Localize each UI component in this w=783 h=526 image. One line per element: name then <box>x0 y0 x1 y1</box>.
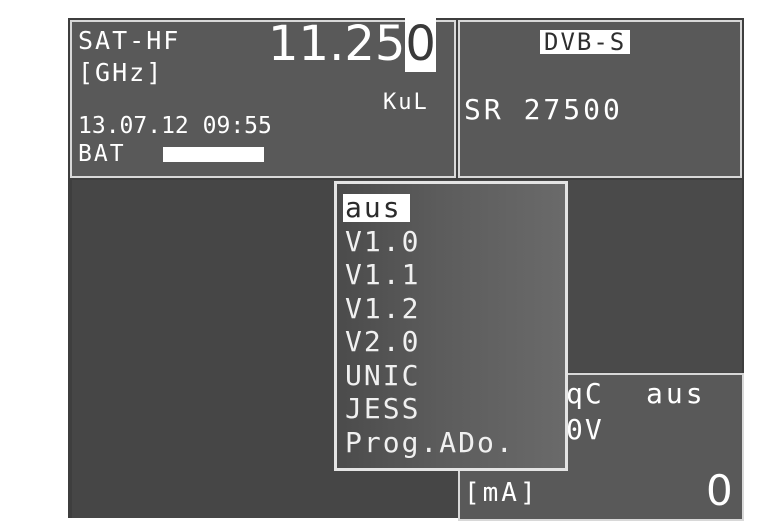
current-value: 0 <box>706 466 733 515</box>
menu-item-v1-2[interactable]: V1.2 <box>345 295 420 323</box>
sat-hf-label: SAT-HF <box>78 26 181 55</box>
frequency-cursor-digit[interactable]: 0 <box>405 16 436 72</box>
menu-item-v1-0[interactable]: V1.0 <box>345 228 420 256</box>
frequency-display[interactable]: 11.250 <box>268 16 436 72</box>
menu-item-aus[interactable]: aus <box>343 194 410 222</box>
menu-item-v1-1[interactable]: V1.1 <box>345 261 420 289</box>
band-label: KuL <box>383 90 429 115</box>
diseqc-label-partial: qC <box>566 377 604 410</box>
diseqc-value: aus <box>646 377 706 410</box>
menu-item-unic[interactable]: UNIC <box>345 362 420 390</box>
frequency-value: 11.25 <box>268 16 406 72</box>
menu-item-jess[interactable]: JESS <box>345 395 420 423</box>
right-empty-area <box>568 180 742 372</box>
menu-item-prog-ado[interactable]: Prog.ADo. <box>345 429 515 457</box>
current-unit: [mA] <box>464 478 539 508</box>
symbol-rate: SR 27500 <box>464 93 623 126</box>
voltage-partial: 0V <box>566 413 604 446</box>
standard-badge: DVB-S <box>540 30 631 54</box>
frequency-unit: [GHz] <box>78 58 164 87</box>
battery-level-bar <box>163 147 264 162</box>
battery-label: BAT <box>78 141 126 167</box>
datetime: 13.07.12 09:55 <box>78 113 272 139</box>
diseqc-dropdown-menu[interactable]: aus V1.0 V1.1 V1.2 V2.0 UNIC JESS Prog.A… <box>334 181 568 471</box>
menu-item-v2-0[interactable]: V2.0 <box>345 328 420 356</box>
